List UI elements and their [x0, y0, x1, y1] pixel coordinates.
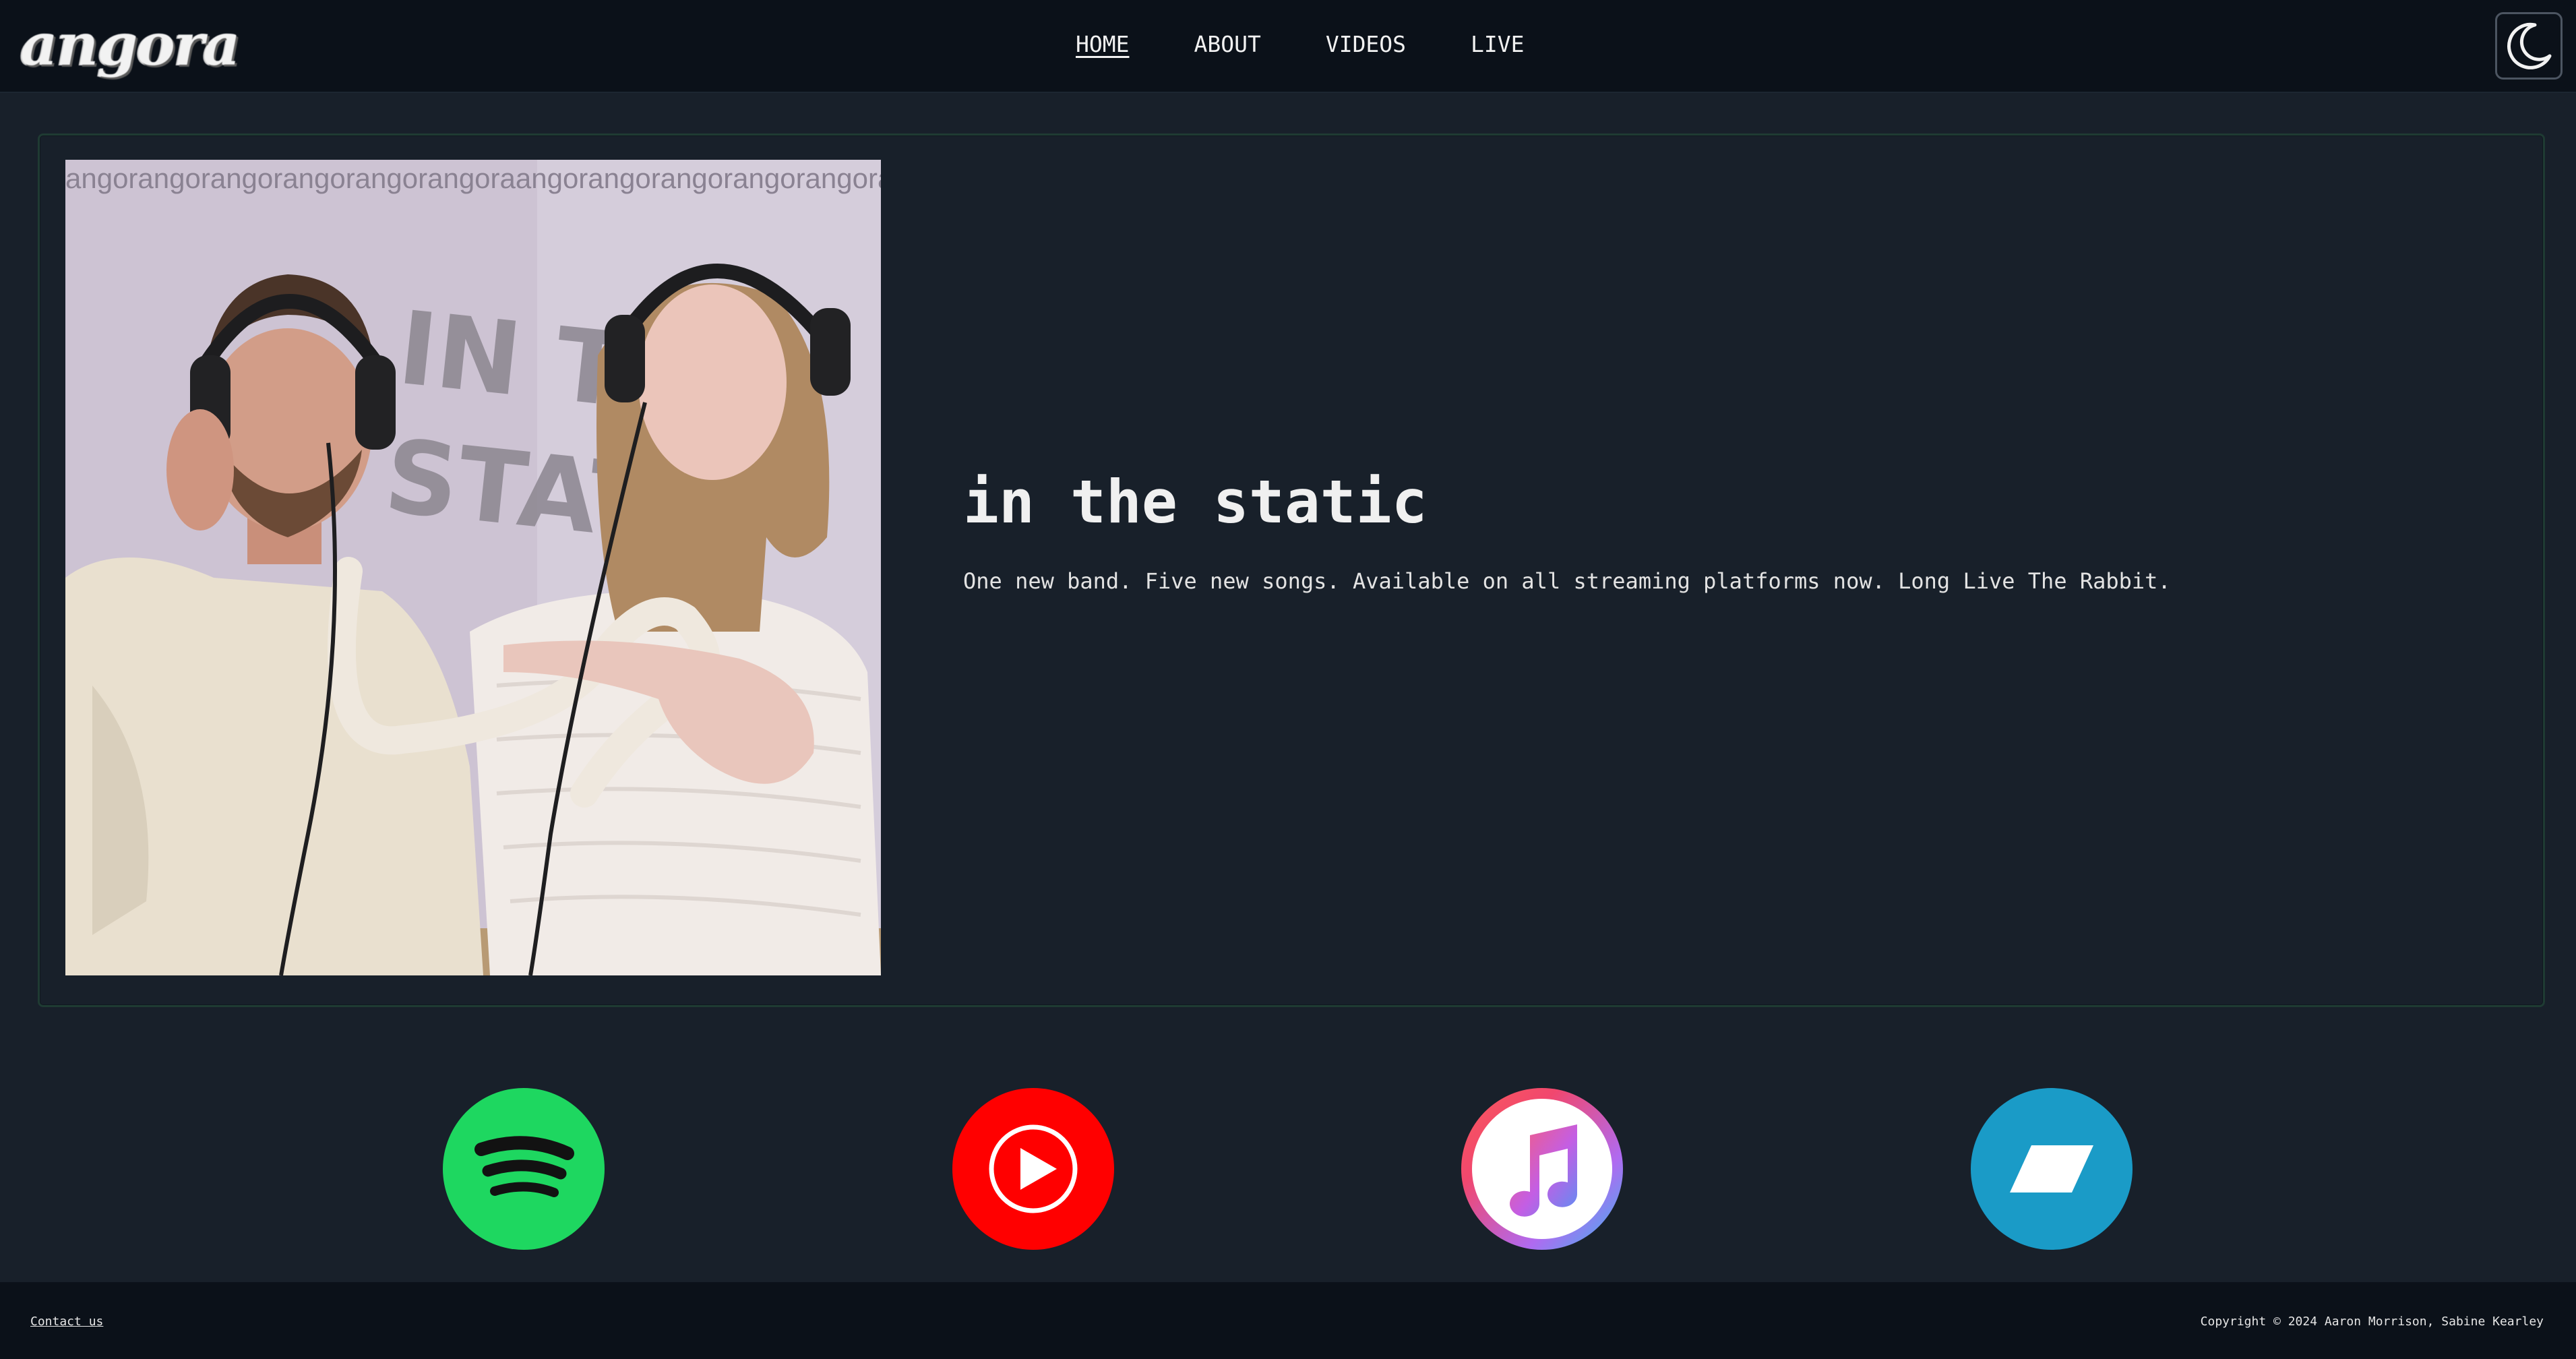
site-logo[interactable]: angora — [20, 11, 241, 79]
theme-toggle-button[interactable] — [2495, 12, 2563, 80]
bandcamp-link[interactable] — [1971, 1088, 2133, 1250]
hero-subtitle: One new band. Five new songs. Available … — [963, 568, 2171, 594]
copyright-text: Copyright © 2024 Aaron Morrison, Sabine … — [2200, 1315, 2544, 1329]
site-footer: Contact us Copyright © 2024 Aaron Morris… — [0, 1282, 2576, 1359]
nav-videos[interactable]: VIDEOS — [1326, 30, 1406, 59]
nav-home[interactable]: HOME — [1076, 30, 1129, 59]
main-nav: HOME ABOUT VIDEOS LIVE — [1076, 30, 1525, 59]
contact-us-link[interactable]: Contact us — [30, 1315, 103, 1329]
apple-music-badge — [1472, 1099, 1612, 1239]
bandcamp-icon — [2010, 1145, 2093, 1192]
youtube-music-link[interactable] — [952, 1088, 1114, 1250]
hero-card: angorangorangorangorangorangoraangorango… — [38, 133, 2545, 1007]
album-banner-text: angorangorangorangorangorangoraangorango… — [65, 162, 881, 194]
youtube-play-icon — [989, 1124, 1078, 1213]
nav-live[interactable]: LIVE — [1471, 30, 1524, 59]
nav-about[interactable]: ABOUT — [1194, 30, 1260, 59]
moon-icon — [2507, 22, 2552, 69]
apple-music-note-icon — [1510, 1124, 1577, 1217]
site-header: angora HOME ABOUT VIDEOS LIVE — [0, 0, 2576, 93]
album-cover-image: angorangorangorangorangorangoraangorango… — [65, 160, 881, 975]
hero-title: in the static — [963, 467, 1428, 537]
apple-music-link[interactable] — [1461, 1088, 1623, 1250]
spotify-icon — [474, 1136, 574, 1197]
spotify-link[interactable] — [443, 1088, 605, 1250]
